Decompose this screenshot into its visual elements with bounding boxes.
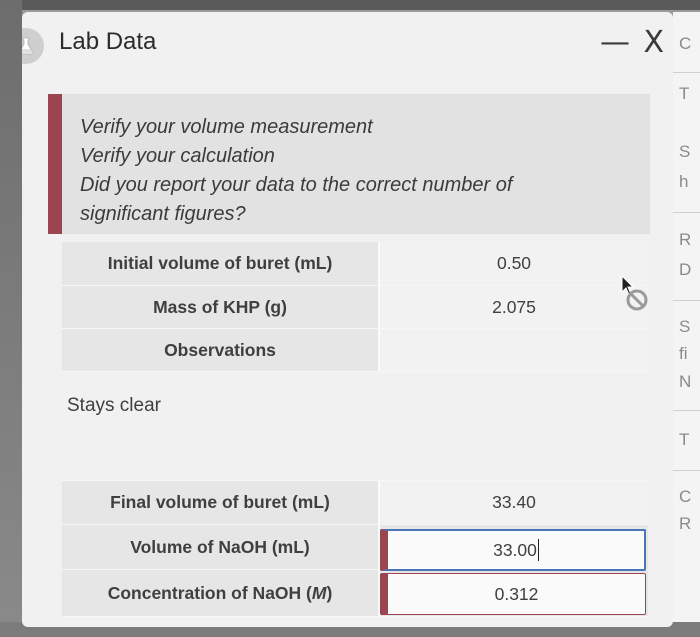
initial-volume-value: 0.50: [378, 242, 648, 285]
divider: [673, 212, 700, 213]
concentration-label-unit: M: [311, 582, 327, 603]
callout-accent-bar: [48, 94, 62, 234]
text-caret: [537, 539, 539, 561]
right-panel-letter: C: [679, 487, 692, 506]
divider: [673, 300, 700, 301]
mass-khp-label: Mass of KHP (g): [153, 296, 287, 317]
right-panel-letter: N: [679, 372, 692, 391]
callout-line: Verify your calculation: [80, 145, 275, 167]
final-volume-label: Final volume of buret (mL): [110, 492, 330, 512]
table-row-mass-khp: Mass of KHP (g) 2.075: [62, 286, 648, 329]
window-controls[interactable]: — X: [600, 25, 666, 60]
final-volume-value: 33.40: [378, 481, 648, 524]
observations-label: Observations: [164, 339, 276, 360]
not-allowed-cursor-icon: [621, 274, 648, 311]
right-panel-letter: h: [679, 172, 689, 191]
callout-line: Did you report your data to the correct …: [80, 174, 513, 196]
title-bar: Lab Data — X: [22, 12, 673, 72]
table-row-final-volume: Final volume of buret (mL) 33.40: [62, 481, 648, 525]
concentration-label-suffix: ): [326, 582, 333, 603]
right-panel-letter: S: [679, 142, 691, 161]
volume-naoh-input[interactable]: 33.00: [380, 529, 646, 571]
observations-text: Stays clear: [67, 395, 161, 416]
feedback-callout: Verify your volume measurement Verify yo…: [48, 94, 650, 234]
concentration-label-prefix: Concentration of NaOH (: [107, 582, 312, 603]
background-top: [0, 0, 700, 10]
observations-header-blank: [378, 329, 648, 371]
lab-data-window: Lab Data — X Verify your volume measurem…: [22, 12, 673, 627]
background-left: [0, 0, 22, 637]
divider: [673, 470, 700, 471]
window-title: Lab Data: [59, 28, 157, 55]
concentration-naoh-input[interactable]: 0.312: [380, 573, 646, 615]
right-panel-letter: fi: [679, 344, 688, 363]
right-panel-letter: R: [679, 514, 692, 533]
right-panel-letter: S: [679, 317, 691, 336]
initial-volume-label: Initial volume of buret (mL): [107, 253, 333, 273]
right-panel-letter: R: [679, 230, 692, 249]
table-row-observations: Observations: [62, 329, 648, 372]
callout-line: Verify your volume measurement: [80, 116, 373, 138]
right-panel-letter: T: [679, 430, 690, 449]
right-panel-letter: D: [679, 260, 692, 279]
table-row-initial-volume: Initial volume of buret (mL) 0.50: [62, 242, 648, 286]
mass-khp-value: 2.075: [378, 286, 648, 328]
callout-line: significant figures?: [80, 203, 246, 225]
observations-area: [62, 372, 648, 481]
divider: [673, 72, 700, 73]
concentration-naoh-label: Concentration of NaOH (M): [62, 570, 378, 616]
right-panel-letter: T: [679, 84, 690, 103]
volume-naoh-label: Volume of NaOH (mL): [130, 536, 310, 557]
right-panel-letter: C: [679, 34, 692, 53]
volume-naoh-input-value: 33.00: [493, 539, 537, 560]
right-side-panel: C T S h R D S fi N T C R: [673, 12, 700, 622]
divider: [673, 410, 700, 411]
concentration-naoh-input-value: 0.312: [494, 583, 539, 604]
flask-icon: [22, 28, 44, 64]
